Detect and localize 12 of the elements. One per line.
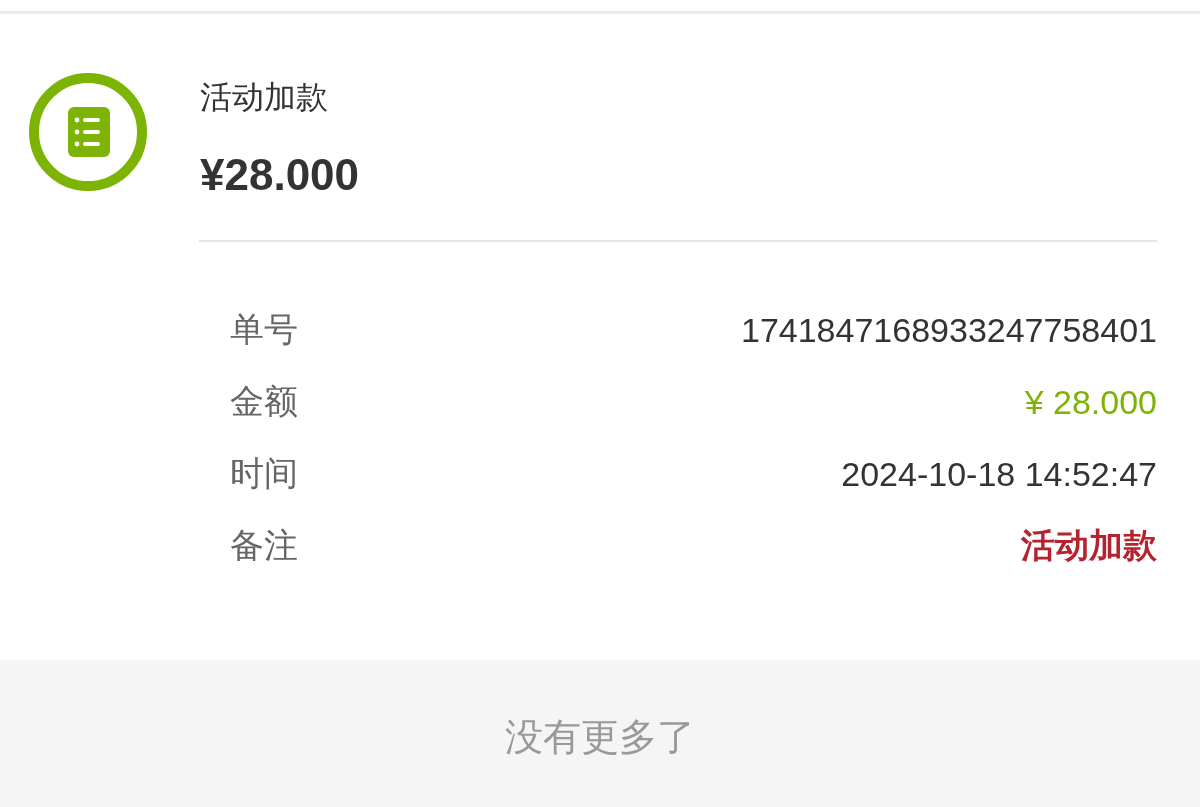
amount-value: ¥ 28.000 xyxy=(1024,382,1157,422)
detail-value: 1741847168933247758401 xyxy=(741,310,1157,350)
detail-label: 金额 xyxy=(230,381,298,422)
detail-label: 备注 xyxy=(230,525,298,566)
detail-label: 单号 xyxy=(230,309,298,350)
detail-value: 2024-10-18 14:52:47 xyxy=(841,454,1157,494)
record-title: 活动加款 xyxy=(200,78,328,117)
no-more-text: 没有更多了 xyxy=(505,715,695,760)
remark-value: 活动加款 xyxy=(1021,525,1157,566)
detail-label: 时间 xyxy=(230,453,298,494)
record-amount: ¥28.000 xyxy=(200,149,360,201)
document-list-icon xyxy=(29,73,147,191)
